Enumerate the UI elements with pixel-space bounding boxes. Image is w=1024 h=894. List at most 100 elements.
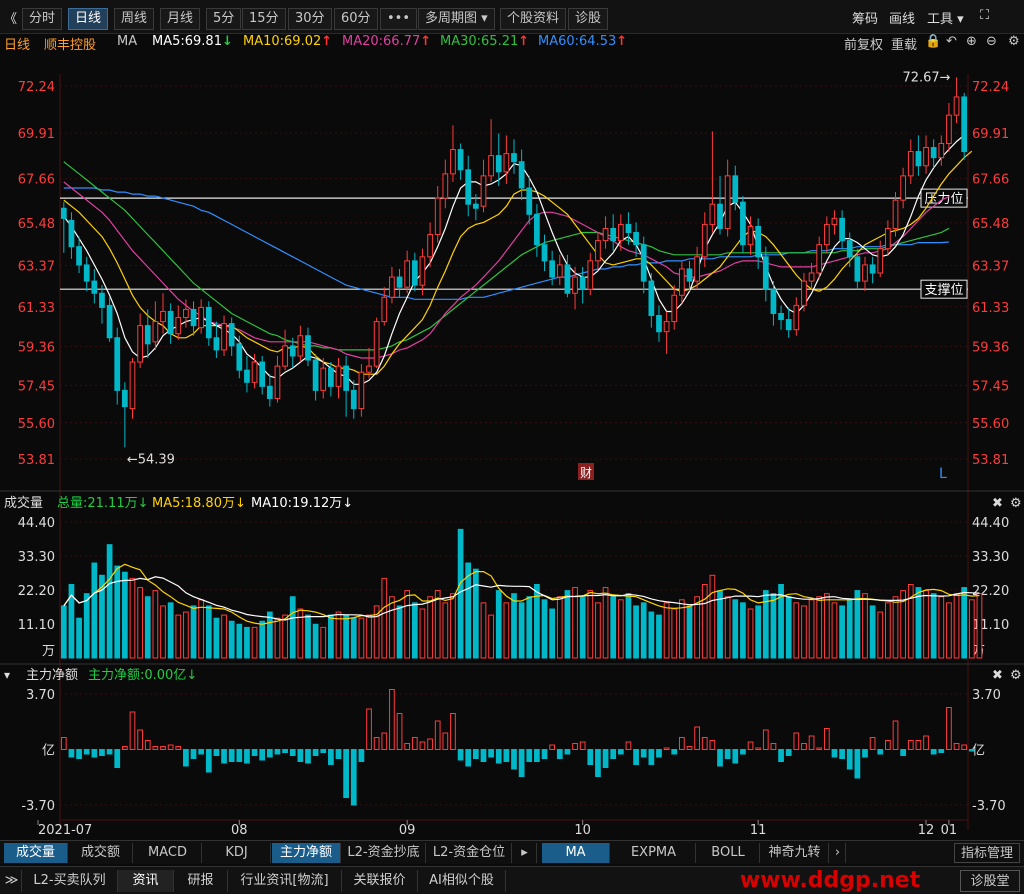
volume-close-icon[interactable]: ✖ [992,496,1003,511]
candle[interactable] [68,219,75,248]
candle[interactable] [503,153,510,173]
candle[interactable] [747,225,754,246]
candle[interactable] [389,276,395,298]
info-tab-4[interactable]: 关联报价 [342,870,418,892]
back-icon[interactable]: 《 [4,8,17,27]
toolbar-button-1[interactable]: 日线 [68,8,109,30]
candle[interactable] [915,151,922,167]
indicator-tab-0[interactable]: 成交量 [4,843,68,863]
candle[interactable] [320,367,327,391]
toolbar-button-3[interactable]: 月线 [160,8,201,30]
toolbar-button-0[interactable]: 分时 [22,8,63,30]
candle[interactable] [251,361,258,383]
expand-panel-icon[interactable]: ≫ [2,870,22,892]
indicator-tab-6[interactable]: L2-资金仓位 [427,843,512,863]
overlay-tab-1[interactable]: EXPMA [612,843,696,863]
candle[interactable] [900,175,907,201]
candle[interactable] [534,213,540,246]
candle[interactable] [282,345,288,367]
candle[interactable] [160,310,166,323]
candle[interactable] [892,199,899,229]
overlay-more-button[interactable]: › [830,843,846,863]
candle[interactable] [175,317,182,335]
diagnosis-button[interactable]: 诊股堂 [960,870,1020,892]
candle[interactable] [717,203,723,229]
toolbar-right-2[interactable]: 工具 ▾ [927,8,964,27]
candle[interactable] [244,369,250,383]
candle[interactable] [724,175,731,229]
candle[interactable] [427,234,433,258]
candle[interactable] [686,268,693,282]
candle[interactable] [862,264,868,282]
indicator-tab-4[interactable]: 主力净额 [272,843,341,863]
zoom-out-icon[interactable]: ⊖ [986,34,997,49]
candle[interactable] [679,268,685,296]
candle[interactable] [511,153,517,163]
candle[interactable] [541,244,548,262]
candle[interactable] [60,207,67,219]
indicator-tab-2[interactable]: MACD [134,843,202,863]
candle[interactable] [823,223,830,246]
candle[interactable] [778,312,784,321]
candle[interactable] [152,321,159,343]
toolbar-right-1[interactable]: 画线 [889,8,915,27]
candle[interactable] [572,276,578,294]
candle[interactable] [801,280,807,306]
candle[interactable] [434,197,441,236]
mainforce-collapse-icon[interactable]: ▾ [4,668,10,682]
candle[interactable] [587,260,594,290]
candle[interactable] [709,203,716,225]
candle[interactable] [854,256,861,282]
indicator-manage-button[interactable]: 指标管理 [954,843,1020,863]
candle[interactable] [869,264,876,274]
mainforce-settings-icon[interactable]: ⚙ [1010,668,1022,683]
candle[interactable] [595,240,601,262]
candle[interactable] [846,240,853,258]
candle[interactable] [488,155,494,177]
candle[interactable] [213,337,220,351]
candle[interactable] [381,296,388,323]
toolbar-button-9[interactable]: 多周期图 ▾ [418,8,495,30]
info-tab-1[interactable]: 资讯 [118,870,174,892]
candle[interactable] [961,96,968,153]
candle[interactable] [91,280,98,294]
toolbar-button-6[interactable]: 30分 [288,8,332,30]
candle[interactable] [442,173,449,199]
candle[interactable] [648,280,655,317]
info-tab-0[interactable]: L2-买卖队列 [22,870,118,892]
candle[interactable] [579,276,586,290]
overlay-tab-2[interactable]: BOLL [697,843,760,863]
candle[interactable] [808,272,815,282]
candle[interactable] [640,244,647,282]
indicator-tab-3[interactable]: KDJ [203,843,271,863]
kline-chart[interactable]: 72.24 72.24 69.91 69.91 67.66 67.66 65.48 65.48… [0,50,1024,840]
indicator-tab-5[interactable]: L2-资金抄底 [342,843,426,863]
candle[interactable] [617,223,624,242]
candle[interactable] [480,175,487,207]
candle[interactable] [793,304,800,331]
toolbar-button-7[interactable]: 60分 [334,8,378,30]
overlay-tab-3[interactable]: 神奇九转 [761,843,829,863]
candle[interactable] [831,217,838,225]
candle[interactable] [274,365,281,399]
candle[interactable] [350,389,357,410]
overlay-tab-0[interactable]: MA [542,843,610,863]
candle[interactable] [755,225,762,258]
candle[interactable] [366,365,372,373]
candle[interactable] [770,288,777,314]
undo-icon[interactable]: ↶ [946,34,957,49]
settings-icon[interactable]: ⚙ [1008,34,1020,49]
candle[interactable] [457,149,464,171]
candle[interactable] [938,142,945,159]
candle[interactable] [312,359,319,391]
candle[interactable] [404,260,411,288]
candle[interactable] [411,260,418,286]
candle[interactable] [816,244,823,274]
candle[interactable] [106,304,113,339]
candle[interactable] [205,306,212,339]
candle[interactable] [358,371,365,410]
toolbar-button-4[interactable]: 5分 [206,8,242,30]
candle[interactable] [785,319,792,331]
candle[interactable] [335,365,342,387]
candle[interactable] [839,217,845,242]
